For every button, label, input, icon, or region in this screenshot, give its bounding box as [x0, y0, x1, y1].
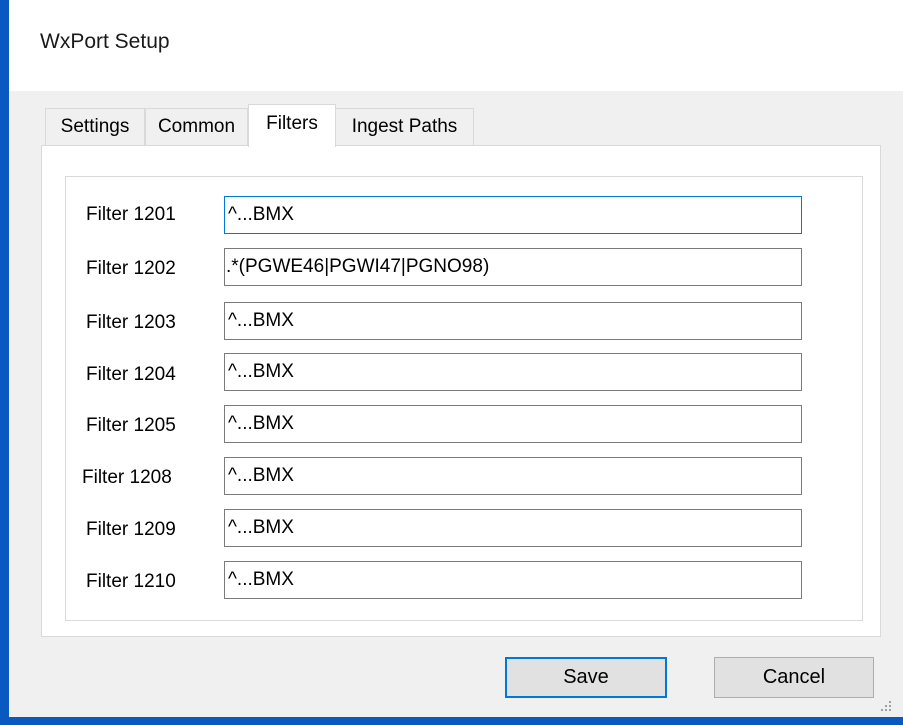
filter-1201-label: Filter 1201 [86, 204, 176, 225]
size-grip-icon[interactable] [877, 697, 893, 713]
save-button[interactable]: Save [505, 657, 667, 698]
filter-1204-label: Filter 1204 [86, 364, 176, 385]
cancel-button[interactable]: Cancel [714, 657, 874, 698]
tab-common[interactable]: Common [145, 108, 248, 145]
window-title: WxPort Setup [40, 30, 170, 53]
filter-1202-input[interactable]: .*(PGWE46|PGWI47|PGNO98) [224, 248, 802, 286]
filter-1203-label: Filter 1203 [86, 312, 176, 333]
filter-1208-label: Filter 1208 [82, 467, 172, 488]
filter-1203-input[interactable]: ^...BMX [224, 302, 802, 340]
filter-1205-input[interactable]: ^...BMX [224, 405, 802, 443]
filter-1204-input[interactable]: ^...BMX [224, 353, 802, 391]
filter-1208-input[interactable]: ^...BMX [224, 457, 802, 495]
filter-1209-label: Filter 1209 [86, 519, 176, 540]
window-border-bottom [0, 717, 903, 725]
title-bar: WxPort Setup [9, 0, 903, 91]
filter-1210-label: Filter 1210 [86, 571, 176, 592]
filter-1209-input[interactable]: ^...BMX [224, 509, 802, 547]
filter-1202-label: Filter 1202 [86, 258, 176, 279]
window-border-left [0, 0, 9, 725]
tab-ingest-paths[interactable]: Ingest Paths [335, 108, 474, 145]
filter-1210-input[interactable]: ^...BMX [224, 561, 802, 599]
filter-1201-input[interactable]: ^...BMX [224, 196, 802, 234]
filters-group [65, 176, 863, 621]
tab-settings[interactable]: Settings [45, 108, 145, 145]
tab-filters[interactable]: Filters [248, 104, 336, 147]
filter-1205-label: Filter 1205 [86, 415, 176, 436]
